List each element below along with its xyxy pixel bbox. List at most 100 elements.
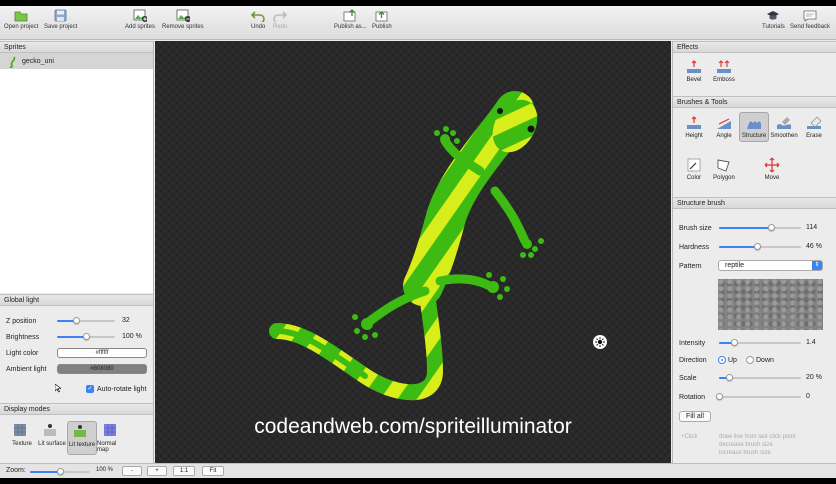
hint-row: decrease brush size: [719, 442, 773, 448]
effect-emboss[interactable]: Emboss: [709, 59, 739, 83]
brush-erase[interactable]: Erase: [799, 115, 829, 139]
select-arrow-icon: ⇕: [812, 261, 822, 270]
publish-button[interactable]: Publish: [372, 9, 392, 30]
hardness-label: Hardness: [679, 243, 709, 251]
brush-smoothen[interactable]: Smoothen: [769, 115, 799, 139]
send-feedback-button[interactable]: Send feedback: [790, 9, 830, 30]
scale-knob[interactable]: [725, 374, 733, 381]
light-color-swatch[interactable]: #ffffff: [57, 348, 147, 358]
undo-button[interactable]: Undo: [251, 9, 265, 30]
direction-down-radio[interactable]: Down: [746, 354, 774, 366]
sprites-header: Sprites: [0, 41, 153, 53]
publish-as-button[interactable]: Publish as...: [334, 9, 367, 30]
publish-as-label: Publish as...: [334, 24, 367, 30]
brush-height[interactable]: Height: [679, 115, 709, 139]
tool-move[interactable]: Move: [757, 157, 787, 181]
height-brush-icon: [685, 115, 703, 131]
app-window: Open project Save project Add sprites Re…: [0, 6, 836, 478]
brush-size-label: Brush size: [679, 224, 712, 232]
direction-label: Direction: [679, 356, 707, 364]
effect-bevel[interactable]: Bevel: [679, 59, 709, 83]
brush-size-slider[interactable]: [719, 224, 801, 231]
add-image-icon: [133, 9, 147, 22]
zoom-fit-button[interactable]: Fit: [202, 466, 224, 476]
redo-icon: [273, 9, 288, 22]
hardness-slider[interactable]: [719, 243, 801, 250]
radio-unselected-icon: [746, 356, 754, 364]
zoom-slider[interactable]: [30, 468, 90, 475]
brush-size-knob[interactable]: [767, 224, 775, 231]
brush-structure[interactable]: Structure: [739, 112, 769, 142]
lit-texture-icon: [73, 424, 91, 440]
disk-icon: [54, 9, 68, 22]
rotation-slider[interactable]: [716, 393, 801, 400]
rotation-value: 0: [806, 393, 810, 400]
angle-brush-icon: [715, 115, 733, 131]
display-mode-normal-map[interactable]: Normal map: [97, 423, 127, 453]
scale-label: Scale: [679, 374, 697, 382]
color-picker-icon: [685, 157, 703, 173]
sprites-list: gecko_uni: [0, 53, 153, 293]
z-position-knob[interactable]: [72, 317, 80, 324]
radio-selected-icon: [718, 356, 726, 364]
undo-icon: [251, 9, 265, 22]
lit-surface-icon: [43, 423, 61, 439]
sprite-canvas[interactable]: codeandweb.com/spriteilluminator: [155, 41, 671, 463]
ambient-light-swatch[interactable]: #808080: [57, 364, 147, 374]
polygon-icon: [715, 157, 733, 173]
hint-row: +Click draw line from last click point: [681, 434, 796, 440]
z-position-label: Z position: [6, 317, 37, 325]
zoom-knob[interactable]: [57, 468, 64, 475]
brush-angle[interactable]: Angle: [709, 115, 739, 139]
scale-slider[interactable]: [719, 374, 801, 381]
brightness-slider[interactable]: [57, 333, 115, 340]
save-project-button[interactable]: Save project: [44, 9, 77, 30]
intensity-knob[interactable]: [730, 339, 738, 346]
brightness-knob[interactable]: [83, 333, 90, 340]
zoom-value: 100 %: [96, 467, 114, 473]
tool-polygon[interactable]: Polygon: [709, 157, 739, 181]
zoom-in-button[interactable]: +: [147, 466, 167, 476]
light-color-label: Light color: [6, 349, 39, 357]
texture-icon: [13, 423, 31, 439]
publish-icon: [375, 9, 389, 22]
pattern-select[interactable]: reptile ⇕: [718, 260, 823, 271]
toolbar: Open project Save project Add sprites Re…: [0, 6, 836, 40]
hardness-knob[interactable]: [753, 243, 761, 250]
structure-brush-icon: [745, 115, 763, 131]
add-sprites-button[interactable]: Add sprites: [125, 9, 155, 30]
status-bar: Zoom: 100 % - + 1:1 Fit: [0, 463, 836, 478]
display-mode-texture[interactable]: Texture: [7, 423, 37, 447]
rotation-knob[interactable]: [716, 393, 723, 400]
redo-button[interactable]: Redo: [273, 9, 287, 30]
pattern-preview: [718, 279, 823, 330]
light-source-icon[interactable]: [593, 335, 607, 349]
open-project-button[interactable]: Open project: [4, 9, 38, 30]
zoom-out-button[interactable]: -: [122, 466, 142, 476]
brush-size-value: 114: [806, 224, 818, 231]
fill-all-button[interactable]: Fill all: [679, 411, 711, 422]
publish-label: Publish: [372, 24, 392, 30]
tool-color[interactable]: Color: [679, 157, 709, 181]
tutorials-label: Tutorials: [762, 24, 785, 30]
gecko-sprite: [269, 91, 544, 401]
redo-label: Redo: [273, 24, 288, 30]
auto-rotate-checkbox[interactable]: ✓ Auto-rotate light: [86, 383, 146, 395]
shortcut-hints: +Click draw line from last click point de…: [681, 433, 835, 457]
graduation-cap-icon: [766, 9, 780, 22]
sprite-item-gecko-uni[interactable]: gecko_uni: [0, 53, 153, 69]
hardness-value: 46 %: [806, 243, 822, 250]
tutorials-button[interactable]: Tutorials: [762, 9, 785, 30]
display-mode-lit-surface[interactable]: Lit surface: [37, 423, 67, 447]
effects-header: Effects: [673, 41, 836, 53]
auto-rotate-label: Auto-rotate light: [97, 385, 147, 393]
normal-map-icon: [103, 423, 121, 439]
intensity-slider[interactable]: [719, 339, 801, 346]
global-light-header: Global light: [0, 294, 153, 306]
display-mode-lit-texture[interactable]: Lit texture: [67, 421, 97, 455]
remove-sprites-button[interactable]: Remove sprites: [162, 9, 204, 30]
direction-up-radio[interactable]: Up: [718, 354, 737, 366]
z-position-slider[interactable]: [57, 317, 115, 324]
zoom-actual-button[interactable]: 1:1: [173, 466, 195, 476]
left-panel: Sprites gecko_uni Global light Z positio…: [0, 41, 154, 463]
